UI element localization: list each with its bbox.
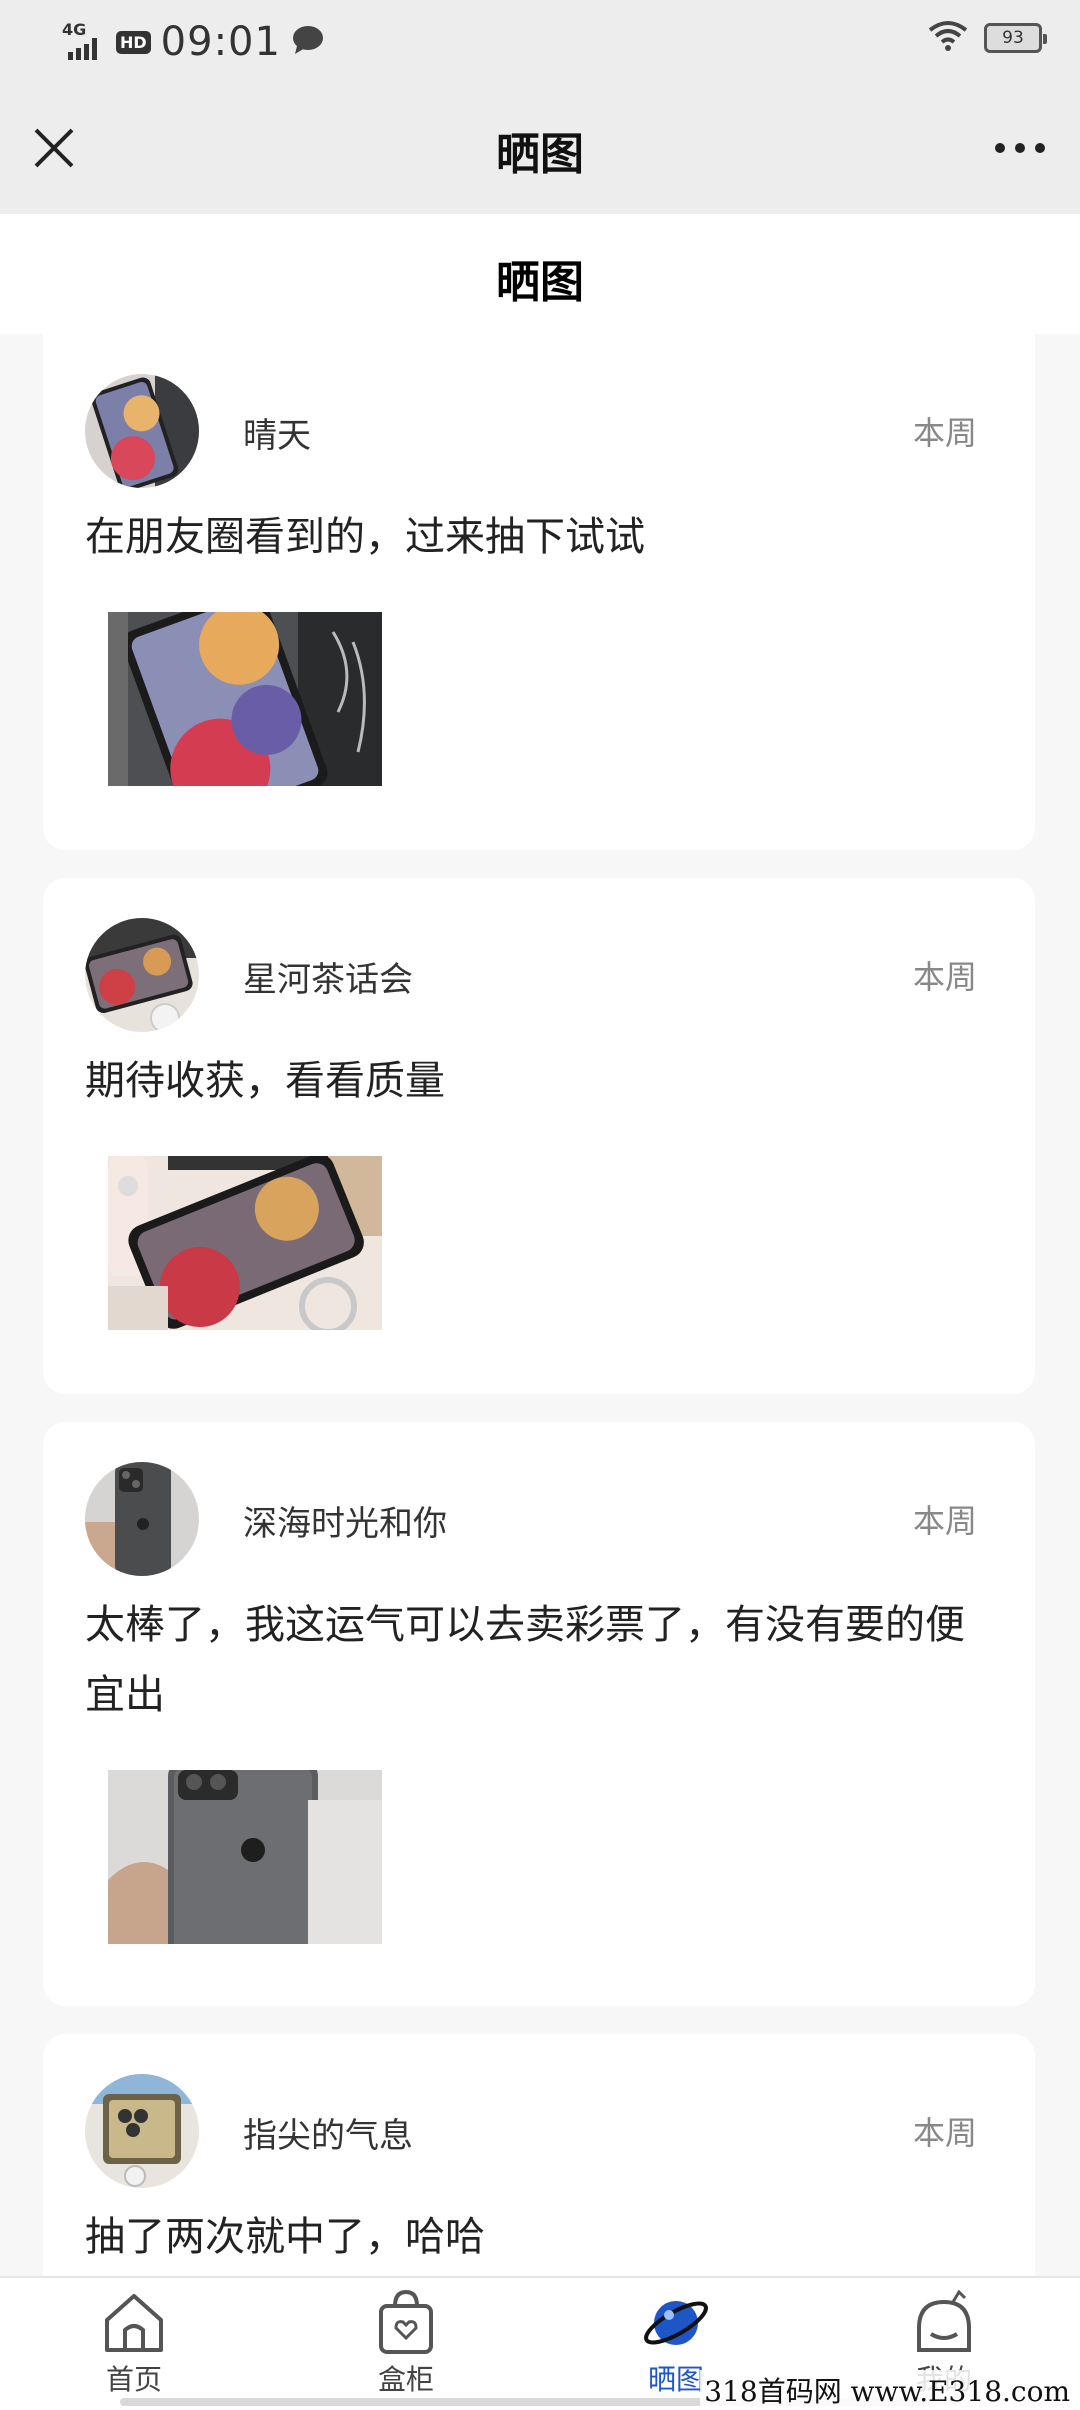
tab-label: 首页 <box>105 2363 162 2396</box>
post-card[interactable]: 晴天 本周 在朋友圈看到的，过来抽下试试 <box>43 334 1035 850</box>
phone-back-photo-icon <box>85 1462 199 1576</box>
wifi-icon <box>928 20 968 56</box>
nav-bar: 晒图 <box>0 84 1080 214</box>
phone-back-photo-icon <box>108 1770 382 1944</box>
post-text: 太棒了，我这运气可以去卖彩票了，有没有要的便宜出 <box>85 1602 965 1718</box>
avatar[interactable] <box>85 1462 199 1576</box>
post-text: 抽了两次就中了，哈哈 <box>85 2214 485 2260</box>
phone-photo-icon <box>108 1156 382 1330</box>
post-time: 本周 <box>912 1502 977 1540</box>
username: 星河茶话会 <box>243 960 413 1000</box>
status-time: 09:01 <box>160 19 281 65</box>
post-text: 在朋友圈看到的，过来抽下试试 <box>85 514 645 560</box>
post-time: 本周 <box>912 958 977 996</box>
phone-photo-icon <box>85 918 199 1032</box>
profile-icon <box>917 2289 971 2352</box>
page-title: 晒图 <box>496 257 584 308</box>
post-card[interactable]: 星河茶话会 本周 期待收获，看看质量 <box>43 878 1035 1394</box>
battery-icon: 93 <box>984 23 1047 53</box>
avatar[interactable] <box>85 374 199 488</box>
phone-box-photo-icon <box>85 2074 199 2188</box>
username: 晴天 <box>243 416 311 456</box>
post-time: 本周 <box>912 2114 977 2152</box>
signal-icon: 4G <box>62 20 106 62</box>
battery-level: 93 <box>1002 28 1024 48</box>
avatar[interactable] <box>85 918 199 1032</box>
tab-home[interactable]: 首页 <box>54 2288 214 2398</box>
username: 指尖的气息 <box>243 2116 413 2156</box>
nav-title: 晒图 <box>496 129 584 180</box>
status-left: 4G HD 09:01 <box>62 14 325 70</box>
status-right: 93 <box>928 20 1047 56</box>
status-bar: 4G HD 09:01 93 <box>0 0 1080 84</box>
post-photo[interactable] <box>108 1156 382 1330</box>
phone-photo-icon <box>108 612 382 786</box>
post-photo[interactable] <box>108 1770 382 1944</box>
tab-box-cabinet[interactable]: 盒柜 <box>326 2288 486 2398</box>
bag-icon <box>379 2289 433 2354</box>
planet-icon <box>644 2301 708 2345</box>
avatar[interactable] <box>85 2074 199 2188</box>
tab-label: 盒柜 <box>377 2363 434 2396</box>
username: 深海时光和你 <box>243 1504 447 1544</box>
post-card[interactable]: 指尖的气息 本周 抽了两次就中了，哈哈 <box>43 2034 1035 2294</box>
more-button[interactable] <box>990 120 1050 176</box>
post-photo[interactable] <box>108 612 382 786</box>
message-bubble-icon <box>291 24 325 60</box>
home-icon <box>105 2294 163 2352</box>
post-time: 本周 <box>912 414 977 452</box>
page-header: 晒图 <box>0 214 1080 334</box>
more-dots-icon <box>995 143 1045 153</box>
post-card[interactable]: 深海时光和你 本周 太棒了，我这运气可以去卖彩票了，有没有要的便宜出 <box>43 1422 1035 2006</box>
phone-photo-icon <box>85 374 199 488</box>
post-text: 期待收获，看看质量 <box>85 1058 445 1104</box>
hd-badge: HD <box>116 30 151 54</box>
watermark: 318首码网 www.E318.com <box>700 2370 1074 2410</box>
